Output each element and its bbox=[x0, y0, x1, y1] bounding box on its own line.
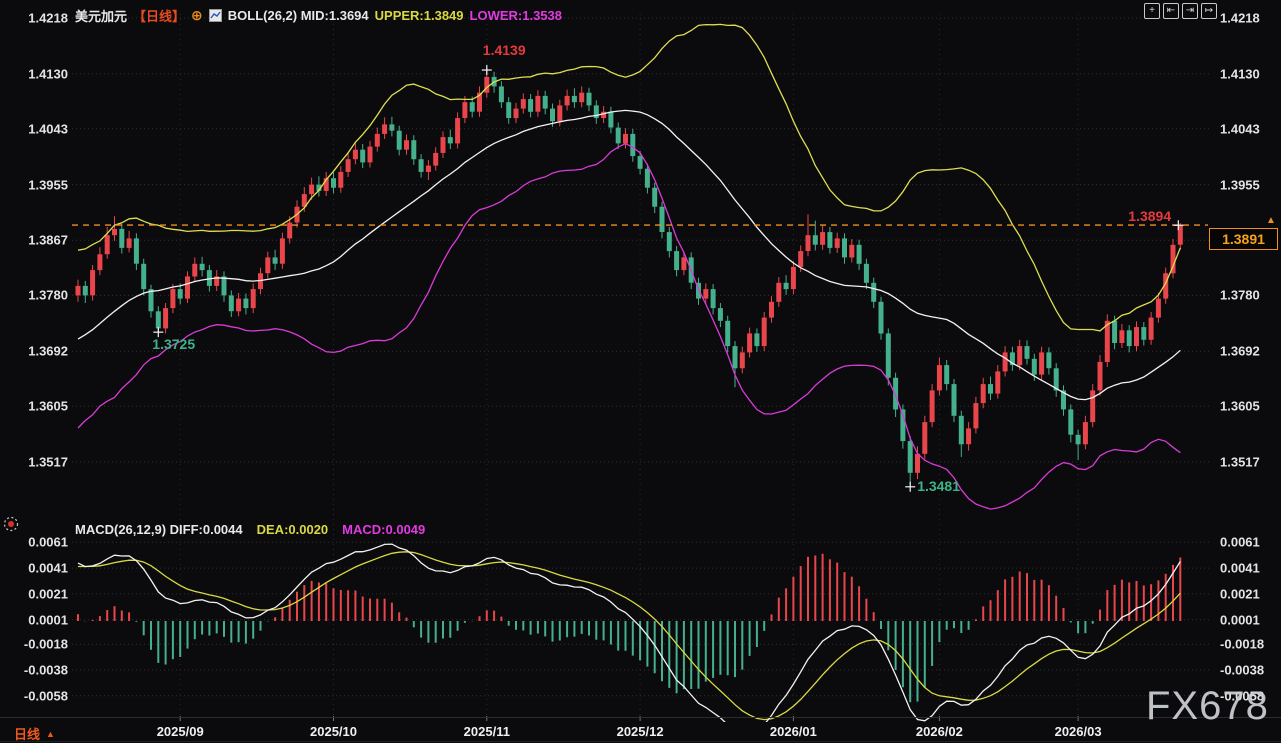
peak-high-annotation: 1.4139 bbox=[483, 42, 526, 58]
date-label: 2025/09 bbox=[157, 724, 204, 739]
macd-dea-label: DEA:0.0020 bbox=[257, 522, 329, 537]
date-axis: 2025/09 2025/10 2025/11 2025/12 2026/01 2026/… bbox=[0, 0, 1281, 743]
date-label: 2025/10 bbox=[310, 724, 357, 739]
boll-mid-label: BOLL(26,2) MID:1.3694 bbox=[228, 8, 369, 23]
scale-right-icon[interactable]: ⇥ bbox=[1182, 3, 1198, 19]
sep-low-annotation: 1.3725 bbox=[152, 336, 195, 352]
detach-pane-icon[interactable]: ↦ bbox=[1201, 3, 1217, 19]
date-label: 2025/12 bbox=[617, 724, 664, 739]
price-up-arrow-icon: ▲ bbox=[1266, 216, 1276, 226]
timeframe-label: 日线 bbox=[14, 724, 40, 743]
chart-header: 美元加元 【日线】 ⊕ BOLL(26,2) MID:1.3694 UPPER:… bbox=[75, 6, 562, 25]
macd-header: MACD(26,12,9) DIFF:0.0044 DEA:0.0020 MAC… bbox=[75, 522, 425, 537]
add-indicator-icon[interactable]: ⊕ bbox=[191, 7, 203, 24]
date-label: 2025/11 bbox=[464, 724, 510, 739]
date-label: 2026/02 bbox=[916, 724, 963, 739]
timeframe-selector[interactable]: 日线 ▲ bbox=[14, 724, 55, 743]
symbol-name: 美元加元 bbox=[75, 6, 127, 25]
last-price-box: 1.3891 bbox=[1209, 228, 1278, 250]
date-label: 2026/01 bbox=[770, 724, 817, 739]
trading-chart-app: 美元加元 【日线】 ⊕ BOLL(26,2) MID:1.3694 UPPER:… bbox=[0, 0, 1281, 743]
boll-upper-label: UPPER:1.3849 bbox=[375, 8, 464, 23]
chevron-up-icon: ▲ bbox=[46, 729, 55, 739]
macd-value-label: MACD:0.0049 bbox=[342, 522, 425, 537]
macd-diff-label: MACD(26,12,9) DIFF:0.0044 bbox=[75, 522, 243, 537]
feb-low-annotation: 1.3481 bbox=[917, 478, 960, 494]
last-high-annotation: 1.3894 bbox=[1128, 208, 1171, 224]
date-label: 2026/03 bbox=[1055, 724, 1102, 739]
chart-toolbar: +⇤⇥↦ bbox=[1144, 3, 1217, 19]
indicator-chart-icon bbox=[209, 9, 222, 22]
crosshair-move-icon[interactable]: + bbox=[1144, 3, 1160, 19]
boll-lower-label: LOWER:1.3538 bbox=[470, 8, 562, 23]
live-indicator-icon bbox=[2, 515, 20, 533]
last-price-value: 1.3891 bbox=[1222, 231, 1265, 247]
scale-left-icon[interactable]: ⇤ bbox=[1163, 3, 1179, 19]
watermark: FX678 bbox=[1146, 684, 1269, 729]
interval-label: 【日线】 bbox=[133, 6, 185, 25]
